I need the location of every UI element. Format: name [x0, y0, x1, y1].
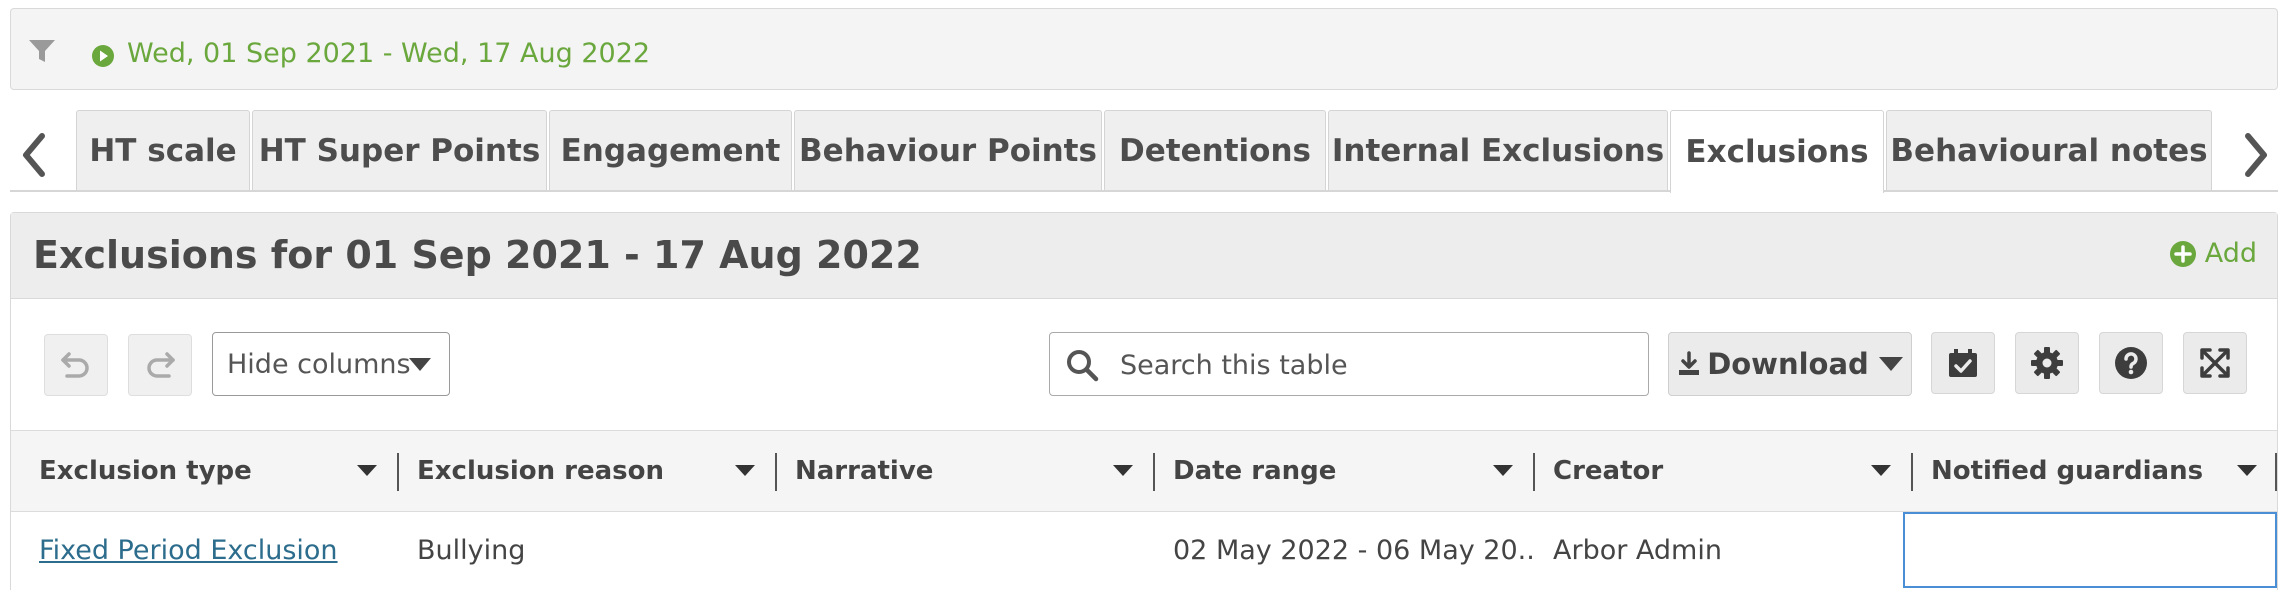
- cell-creator[interactable]: Arbor Admin: [1535, 512, 1913, 588]
- fullscreen-icon: [2200, 348, 2230, 378]
- filter-icon[interactable]: [27, 37, 57, 65]
- chevron-right-icon[interactable]: [2236, 130, 2276, 180]
- sort-caret-icon[interactable]: [1871, 465, 1891, 476]
- table-header: Exclusion type Exclusion reason Narrativ…: [11, 430, 2277, 512]
- tab-engagement[interactable]: Engagement: [549, 110, 792, 190]
- download-button[interactable]: Download: [1668, 332, 1912, 396]
- search-input[interactable]: [1120, 345, 1630, 385]
- settings-button[interactable]: [2015, 332, 2079, 394]
- download-label: Download: [1707, 347, 1869, 381]
- chevron-down-icon: [409, 358, 431, 371]
- cell-notified-guardians[interactable]: [1903, 512, 2277, 588]
- gear-icon: [2031, 347, 2063, 379]
- sort-caret-icon[interactable]: [2237, 465, 2257, 476]
- add-button[interactable]: Add: [2169, 238, 2257, 269]
- tab-behaviour-points[interactable]: Behaviour Points: [794, 110, 1102, 190]
- cell-narrative[interactable]: [777, 512, 1155, 588]
- column-divider[interactable]: [2275, 453, 2277, 491]
- tab-exclusions[interactable]: Exclusions: [1670, 110, 1884, 193]
- undo-icon: [61, 352, 89, 378]
- panel-header: Exclusions for 01 Sep 2021 - 17 Aug 2022…: [11, 213, 2277, 299]
- cell-exclusion-reason[interactable]: Bullying: [399, 512, 777, 588]
- tab-ht-scale[interactable]: HT scale: [76, 110, 250, 190]
- cell-date-range[interactable]: 02 May 2022 - 06 May 20...: [1155, 512, 1535, 588]
- help-button[interactable]: [2099, 332, 2163, 394]
- tab-ht-super-points[interactable]: HT Super Points: [252, 110, 547, 190]
- column-header-narrative[interactable]: Narrative: [777, 431, 1155, 511]
- tab-bar: HT scale HT Super Points Engagement Beha…: [0, 110, 2288, 193]
- cell-exclusion-type[interactable]: Fixed Period Exclusion: [21, 512, 399, 588]
- calendar-check-icon: [1949, 349, 1977, 377]
- download-icon: [1679, 351, 1700, 375]
- table-row[interactable]: Fixed Period Exclusion Bullying 02 May 2…: [11, 512, 2277, 590]
- column-header-exclusion-reason[interactable]: Exclusion reason: [399, 431, 777, 511]
- search-icon: [1067, 350, 1099, 382]
- column-header-creator[interactable]: Creator: [1535, 431, 1913, 511]
- undo-button[interactable]: [44, 334, 108, 396]
- chevron-left-icon[interactable]: [14, 130, 54, 180]
- play-circle-icon: [92, 45, 114, 67]
- column-header-exclusion-type[interactable]: Exclusion type: [21, 431, 399, 511]
- caret-down-icon: [1878, 357, 1903, 371]
- hide-columns-dropdown[interactable]: Hide columns: [212, 332, 450, 396]
- fullscreen-button[interactable]: [2183, 332, 2247, 394]
- redo-button[interactable]: [128, 334, 192, 396]
- exclusions-panel: Exclusions for 01 Sep 2021 - 17 Aug 2022…: [10, 212, 2278, 590]
- date-filter-bar[interactable]: Wed, 01 Sep 2021 - Wed, 17 Aug 2022: [10, 8, 2278, 90]
- search-box[interactable]: [1049, 332, 1649, 396]
- tab-behavioural-notes[interactable]: Behavioural notes: [1886, 110, 2212, 190]
- redo-icon: [147, 352, 175, 378]
- plus-circle-icon: [2169, 240, 2196, 267]
- exclusion-type-link[interactable]: Fixed Period Exclusion: [39, 535, 338, 566]
- calendar-export-button[interactable]: [1931, 332, 1995, 394]
- tab-detentions[interactable]: Detentions: [1104, 110, 1326, 190]
- filter-date-range[interactable]: Wed, 01 Sep 2021 - Wed, 17 Aug 2022: [127, 38, 650, 69]
- column-header-date-range[interactable]: Date range: [1155, 431, 1535, 511]
- sort-caret-icon[interactable]: [357, 465, 377, 476]
- tab-internal-exclusions[interactable]: Internal Exclusions: [1328, 110, 1668, 190]
- tab-baseline: [10, 190, 2278, 192]
- help-icon: [2115, 347, 2147, 379]
- table-toolbar: Hide columns Download: [11, 300, 2277, 430]
- page-title: Exclusions for 01 Sep 2021 - 17 Aug 2022: [33, 233, 922, 277]
- add-label: Add: [2204, 238, 2257, 269]
- sort-caret-icon[interactable]: [735, 465, 755, 476]
- sort-caret-icon[interactable]: [1493, 465, 1513, 476]
- sort-caret-icon[interactable]: [1113, 465, 1133, 476]
- hide-columns-label: Hide columns: [227, 348, 411, 380]
- column-header-notified-guardians[interactable]: Notified guardians: [1913, 431, 2285, 511]
